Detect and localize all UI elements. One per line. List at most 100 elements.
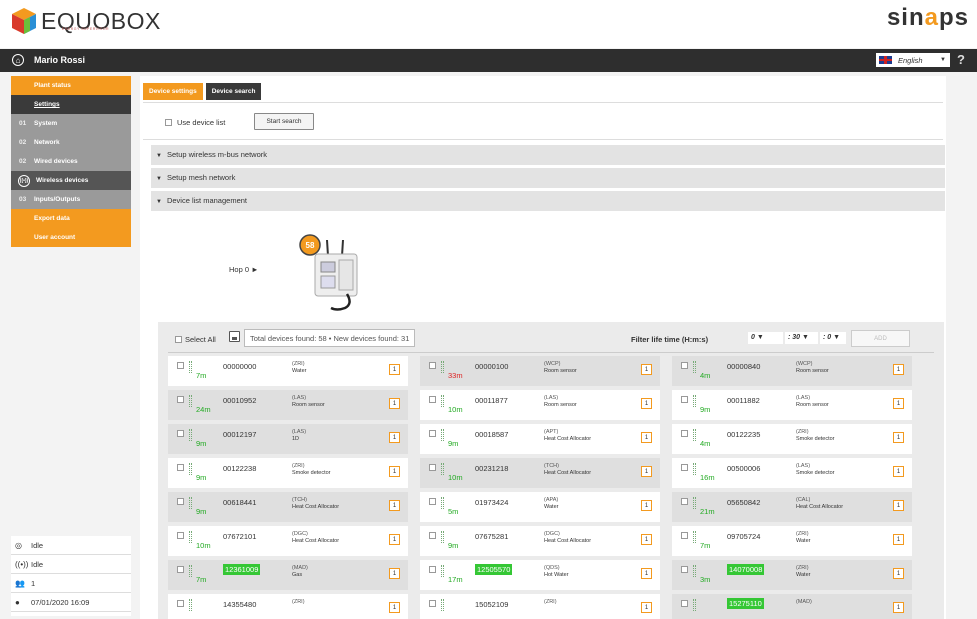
- device-hop-number[interactable]: 1: [893, 466, 904, 477]
- device-hop-number[interactable]: 1: [389, 568, 400, 579]
- filter-seconds-select[interactable]: : 0 ▼: [820, 332, 846, 344]
- device-checkbox[interactable]: [177, 430, 184, 437]
- device-card[interactable]: 5m 01973424 (APA) Water 1: [420, 492, 660, 522]
- device-checkbox[interactable]: [429, 498, 436, 505]
- device-checkbox[interactable]: [429, 464, 436, 471]
- device-checkbox[interactable]: [681, 600, 688, 607]
- device-hop-number[interactable]: 1: [641, 602, 652, 613]
- device-hop-number[interactable]: 1: [641, 364, 652, 375]
- device-hop-number[interactable]: 1: [893, 568, 904, 579]
- device-checkbox[interactable]: [429, 362, 436, 369]
- device-hop-number[interactable]: 1: [641, 534, 652, 545]
- device-checkbox[interactable]: [429, 430, 436, 437]
- device-card[interactable]: 33m 00000100 (WCP) Room sensor 1: [420, 356, 660, 386]
- device-card[interactable]: 7m 09705724 (ZRI) Water 1: [672, 526, 912, 556]
- accordion-mesh-network[interactable]: ▼ Setup mesh network: [151, 168, 945, 188]
- sidebar-item-wired-devices[interactable]: 02 Wired devices: [11, 152, 131, 171]
- device-checkbox[interactable]: [681, 566, 688, 573]
- device-checkbox[interactable]: [177, 362, 184, 369]
- device-checkbox[interactable]: [429, 396, 436, 403]
- device-hop-number[interactable]: 1: [389, 432, 400, 443]
- sidebar-item-wireless-devices[interactable]: ((•)) Wireless devices: [11, 171, 131, 190]
- device-checkbox[interactable]: [177, 600, 184, 607]
- device-card[interactable]: 9m 00618441 (TCH) Heat Cost Allocator 1: [168, 492, 408, 522]
- device-card[interactable]: 3m 14070008 (ZRI) Water 1: [672, 560, 912, 590]
- device-card[interactable]: 16m 00500006 (LAS) Smoke detector 1: [672, 458, 912, 488]
- device-card[interactable]: 10m 00011877 (LAS) Room sensor 1: [420, 390, 660, 420]
- select-all-option[interactable]: Select All: [175, 335, 216, 344]
- device-hop-number[interactable]: 1: [641, 432, 652, 443]
- sidebar-item-network[interactable]: 02 Network: [11, 133, 131, 152]
- use-device-list-checkbox[interactable]: [165, 119, 172, 126]
- start-search-button[interactable]: Start search: [254, 113, 314, 130]
- device-hop-number[interactable]: 1: [389, 602, 400, 613]
- device-card[interactable]: 14355480 (ZRI) 1: [168, 594, 408, 619]
- filter-hours-select[interactable]: 0 ▼: [748, 332, 783, 344]
- user-name[interactable]: Mario Rossi: [34, 55, 85, 65]
- accordion-wireless-mbus[interactable]: ▼ Setup wireless m-bus network: [151, 145, 945, 165]
- device-card[interactable]: 7m 00000000 (ZRI) Water 1: [168, 356, 408, 386]
- device-card[interactable]: 24m 00010952 (LAS) Room sensor 1: [168, 390, 408, 420]
- help-icon[interactable]: ?: [957, 52, 965, 67]
- device-card[interactable]: 9m 00011882 (LAS) Room sensor 1: [672, 390, 912, 420]
- device-hop-number[interactable]: 1: [893, 500, 904, 511]
- language-select[interactable]: English ▼: [876, 53, 950, 67]
- device-hop-number[interactable]: 1: [641, 466, 652, 477]
- tab-device-search[interactable]: Device search: [205, 83, 262, 100]
- device-card[interactable]: 10m 00231218 (TCH) Heat Cost Allocator 1: [420, 458, 660, 488]
- device-checkbox[interactable]: [681, 362, 688, 369]
- device-hop-number[interactable]: 1: [389, 398, 400, 409]
- sidebar-item-user-account[interactable]: User account: [11, 228, 131, 247]
- device-hop-number[interactable]: 1: [389, 534, 400, 545]
- device-card[interactable]: 9m 07675281 (DGC) Heat Cost Allocator 1: [420, 526, 660, 556]
- device-checkbox[interactable]: [681, 464, 688, 471]
- device-card[interactable]: 17m 12505570 (QDS) Hot Water 1: [420, 560, 660, 590]
- device-checkbox[interactable]: [429, 600, 436, 607]
- accordion-device-list-management[interactable]: ▼ Device list management: [151, 191, 945, 211]
- device-card[interactable]: 4m 00000840 (WCP) Room sensor 1: [672, 356, 912, 386]
- device-card[interactable]: 10m 07672101 (DGC) Heat Cost Allocator 1: [168, 526, 408, 556]
- sidebar-item-export-data[interactable]: Export data: [11, 209, 131, 228]
- add-button[interactable]: ADD: [851, 330, 910, 347]
- device-checkbox[interactable]: [177, 464, 184, 471]
- device-hop-number[interactable]: 1: [641, 398, 652, 409]
- device-hop-number[interactable]: 1: [389, 364, 400, 375]
- device-card[interactable]: 9m 00012197 (LAS) 1D 1: [168, 424, 408, 454]
- device-hop-number[interactable]: 1: [893, 432, 904, 443]
- export-list-icon[interactable]: [229, 331, 240, 342]
- device-checkbox[interactable]: [429, 566, 436, 573]
- device-card[interactable]: 4m 00122235 (ZRI) Smoke detector 1: [672, 424, 912, 454]
- device-hop-number[interactable]: 1: [641, 568, 652, 579]
- device-checkbox[interactable]: [681, 430, 688, 437]
- device-card[interactable]: 9m 00018587 (APT) Heat Cost Allocator 1: [420, 424, 660, 454]
- device-card[interactable]: 21m 05650842 (CAL) Heat Cost Allocator 1: [672, 492, 912, 522]
- device-checkbox[interactable]: [177, 532, 184, 539]
- sidebar-item-plant-status[interactable]: Plant status: [11, 76, 131, 95]
- device-checkbox[interactable]: [177, 566, 184, 573]
- device-checkbox[interactable]: [681, 498, 688, 505]
- tab-device-settings[interactable]: Device settings: [143, 83, 203, 100]
- device-checkbox[interactable]: [429, 532, 436, 539]
- device-card[interactable]: 15275110 (MAD) 1: [672, 594, 912, 619]
- device-checkbox[interactable]: [177, 498, 184, 505]
- user-icon[interactable]: ⌂: [12, 54, 24, 66]
- device-hop-number[interactable]: 1: [893, 364, 904, 375]
- device-hop-number[interactable]: 1: [893, 534, 904, 545]
- device-hop-number[interactable]: 1: [893, 398, 904, 409]
- filter-minutes-select[interactable]: : 30 ▼: [785, 332, 818, 344]
- sidebar-item-system[interactable]: 01 System: [11, 114, 131, 133]
- gateway-device-icon[interactable]: 58: [297, 234, 372, 312]
- use-device-list-option[interactable]: Use device list: [165, 118, 225, 127]
- device-card[interactable]: 7m 12361009 (MAD) Gas 1: [168, 560, 408, 590]
- sidebar-item-inputs-outputs[interactable]: 03 Inputs/Outputs: [11, 190, 131, 209]
- device-hop-number[interactable]: 1: [893, 602, 904, 613]
- device-checkbox[interactable]: [681, 532, 688, 539]
- device-card[interactable]: 9m 00122238 (ZRI) Smoke detector 1: [168, 458, 408, 488]
- device-checkbox[interactable]: [681, 396, 688, 403]
- device-hop-number[interactable]: 1: [389, 466, 400, 477]
- device-hop-number[interactable]: 1: [641, 500, 652, 511]
- device-card[interactable]: 15052109 (ZRI) 1: [420, 594, 660, 619]
- device-hop-number[interactable]: 1: [389, 500, 400, 511]
- device-checkbox[interactable]: [177, 396, 184, 403]
- sidebar-item-settings[interactable]: Settings: [11, 95, 131, 114]
